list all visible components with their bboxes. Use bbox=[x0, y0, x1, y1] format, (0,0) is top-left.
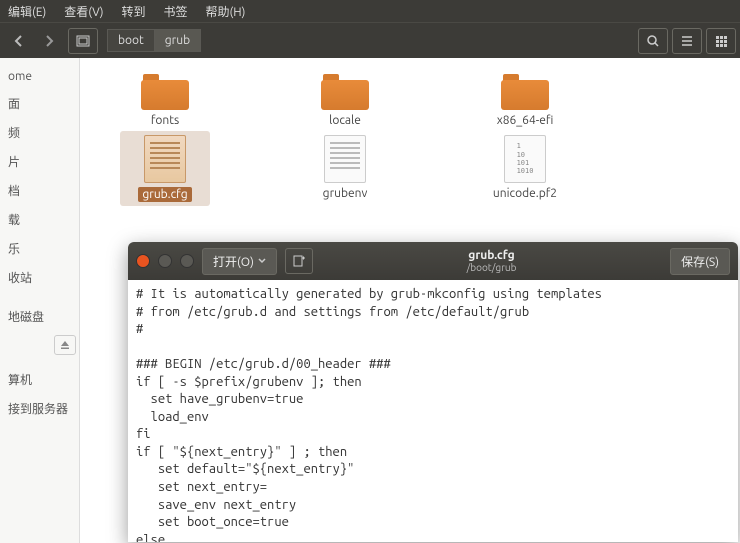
textfile-icon bbox=[144, 135, 186, 183]
drive-icon[interactable] bbox=[68, 28, 98, 54]
file-label: unicode.pf2 bbox=[493, 187, 557, 200]
folder-icon bbox=[321, 72, 369, 110]
new-tab-button[interactable] bbox=[285, 248, 313, 274]
file-item[interactable]: locale bbox=[300, 68, 390, 131]
editor-path: /boot/grub bbox=[321, 262, 662, 273]
textfile-icon bbox=[324, 135, 366, 183]
menu-view[interactable]: 查看(V) bbox=[64, 3, 103, 20]
file-label: grub.cfg bbox=[138, 187, 191, 202]
eject-button[interactable] bbox=[54, 335, 76, 355]
file-item[interactable]: grub.cfg bbox=[120, 131, 210, 206]
sidebar-item-pictures[interactable]: 片 bbox=[0, 147, 79, 176]
sidebar-item-downloads[interactable]: 载 bbox=[0, 205, 79, 234]
editor-text-content[interactable]: # It is automatically generated by grub-… bbox=[128, 280, 738, 542]
file-label: fonts bbox=[151, 114, 179, 127]
save-button[interactable]: 保存(S) bbox=[670, 248, 730, 275]
sidebar-item-home[interactable]: ome bbox=[0, 64, 79, 89]
binary-file-icon: 1101011010 bbox=[504, 135, 546, 183]
file-label: locale bbox=[329, 114, 361, 127]
file-label: x86_64-efi bbox=[497, 114, 554, 127]
window-minimize-button[interactable] bbox=[158, 254, 172, 268]
sidebar-item-localdisk[interactable]: 地磁盘 bbox=[0, 302, 79, 331]
chevron-down-icon bbox=[258, 258, 266, 264]
sidebar-item-connect-server[interactable]: 接到服务器 bbox=[0, 394, 79, 423]
editor-filename: grub.cfg bbox=[321, 249, 662, 262]
editor-titlebar[interactable]: 打开(O) grub.cfg /boot/grub 保存(S) bbox=[128, 242, 738, 280]
menu-help[interactable]: 帮助(H) bbox=[206, 3, 246, 20]
toolbar: boot grub bbox=[0, 22, 740, 58]
sidebar: ome 面 频 片 档 载 乐 收站 地磁盘 算机 接到服务器 bbox=[0, 58, 80, 543]
folder-icon bbox=[141, 72, 189, 110]
file-item[interactable]: grubenv bbox=[300, 131, 390, 206]
open-label: 打开(O) bbox=[213, 253, 254, 270]
sidebar-item-trash[interactable]: 收站 bbox=[0, 263, 79, 292]
file-item[interactable]: 1101011010 unicode.pf2 bbox=[480, 131, 570, 206]
sidebar-item-videos[interactable]: 频 bbox=[0, 118, 79, 147]
menu-bookmarks[interactable]: 书签 bbox=[164, 3, 188, 20]
file-label: grubenv bbox=[323, 187, 368, 200]
breadcrumb: boot grub bbox=[108, 29, 201, 52]
menu-go[interactable]: 转到 bbox=[121, 3, 145, 20]
file-item[interactable]: fonts bbox=[120, 68, 210, 131]
sidebar-item-desktop[interactable]: 面 bbox=[0, 89, 79, 118]
list-view-button[interactable] bbox=[672, 28, 702, 54]
crumb-boot[interactable]: boot bbox=[107, 29, 155, 52]
window-close-button[interactable] bbox=[136, 254, 150, 268]
menu-edit[interactable]: 编辑(E) bbox=[8, 3, 46, 20]
forward-button[interactable] bbox=[36, 27, 64, 55]
folder-icon bbox=[501, 72, 549, 110]
crumb-grub[interactable]: grub bbox=[154, 29, 201, 52]
back-button[interactable] bbox=[4, 27, 32, 55]
open-button[interactable]: 打开(O) bbox=[202, 248, 277, 275]
sidebar-item-computer[interactable]: 算机 bbox=[0, 365, 79, 394]
editor-title: grub.cfg /boot/grub bbox=[321, 249, 662, 273]
text-editor-window: 打开(O) grub.cfg /boot/grub 保存(S) # It is … bbox=[128, 242, 738, 542]
window-maximize-button[interactable] bbox=[180, 254, 194, 268]
grid-view-button[interactable] bbox=[706, 28, 736, 54]
menubar: 编辑(E) 查看(V) 转到 书签 帮助(H) bbox=[0, 0, 740, 22]
sidebar-item-documents[interactable]: 档 bbox=[0, 176, 79, 205]
search-button[interactable] bbox=[638, 28, 668, 54]
file-item[interactable]: x86_64-efi bbox=[480, 68, 570, 131]
sidebar-item-music[interactable]: 乐 bbox=[0, 234, 79, 263]
